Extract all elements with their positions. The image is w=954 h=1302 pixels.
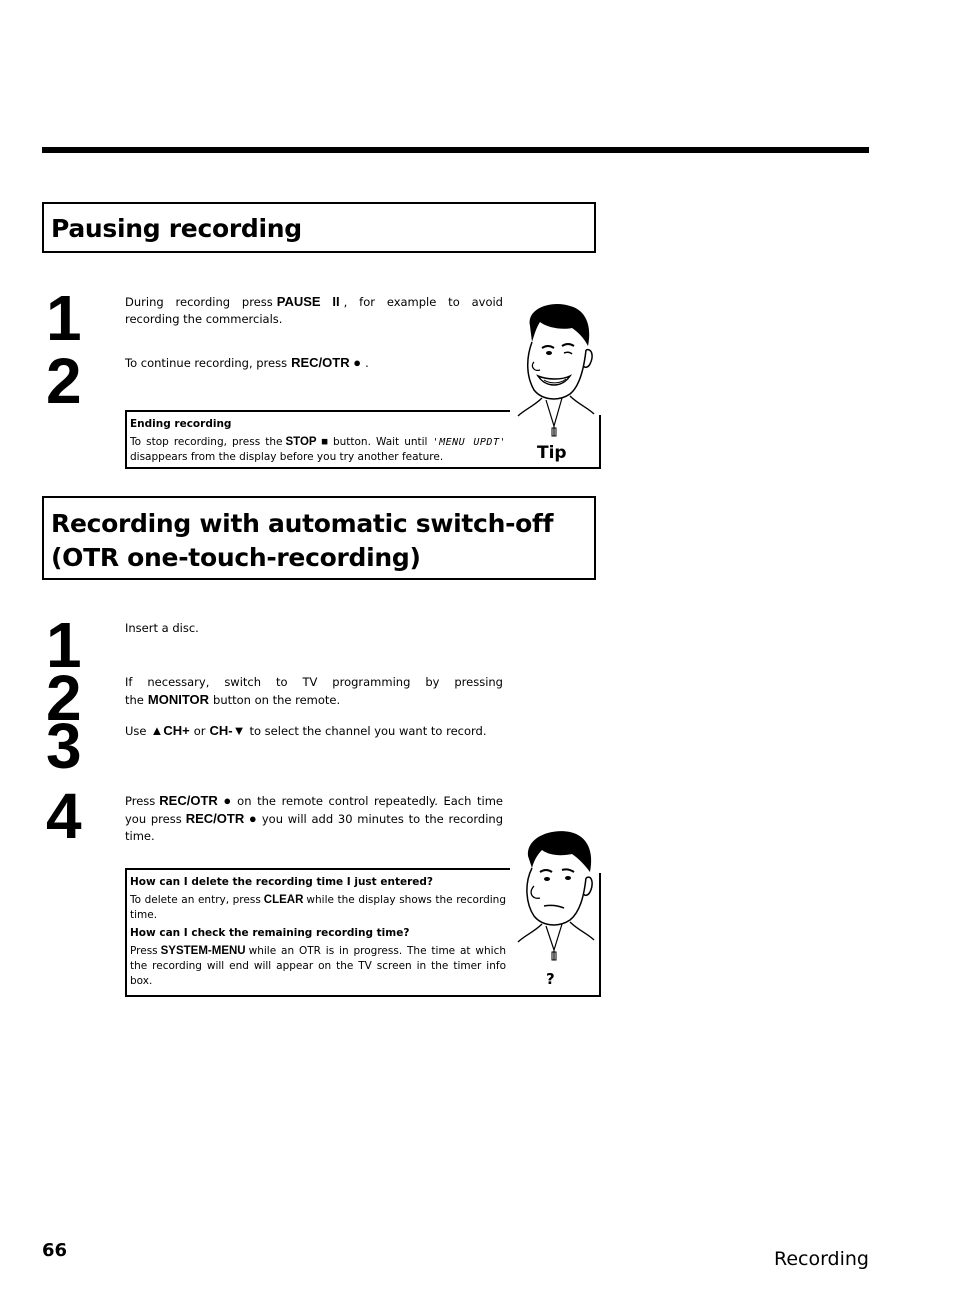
step-text: If necessary, switch to TV programming b… [125,675,503,707]
tip-heading: Ending recording [130,418,232,430]
system-menu-key: SYSTEM-MENU [160,945,246,957]
section-title: Recording with automatic switch-off (OTR… [51,509,554,572]
step-text: Press REC/OTR ● on the remote control repe… [125,793,503,843]
footer-section-name: Recording [773,1248,869,1270]
step-number: 3 [46,710,82,782]
step-number: 1 [46,282,82,354]
page-number: 66 [42,1240,68,1261]
display-text: 'MENU UPDT' [432,437,506,448]
ch-plus-key: ▲CH+ [150,723,190,738]
faq-question: How can I check the remaining recording … [130,927,410,939]
step-text: To continue recording, press REC/OTR ●. [125,355,369,370]
rec-otr-key: REC/OTR ● [159,793,234,808]
step-text: Use ▲CH+ or CH-▼ to select the channel you w… [125,723,487,738]
top-rule [42,147,869,153]
rec-otr-key: REC/OTR ● [291,355,362,370]
step-text: Insert a disc. [125,621,199,635]
puzzled-man-icon [517,831,595,961]
section-title: Pausing recording [51,214,302,243]
ch-minus-key: CH-▼ [209,723,246,738]
clear-key: CLEAR [263,894,304,906]
step-number: 4 [46,780,82,852]
pause-key: PAUSE II [276,294,340,309]
tip-text: To stop recording, press the STOP ■ button… [130,436,506,463]
faq-answer: Press SYSTEM-MENU while an OTR is in progr… [130,945,506,987]
section-title-pausing: Pausing recording [42,202,596,253]
tip-label: Tip [537,443,567,463]
step-text: During recording press PAUSE II, for exam… [125,294,503,326]
smiling-man-icon [517,304,595,437]
faq-question: How can I delete the recording time I ju… [130,876,434,888]
stop-key: STOP ■ [285,436,330,448]
step-number: 2 [46,345,82,417]
monitor-key: MONITOR [147,692,210,707]
faq-answer: To delete an entry, press CLEAR while the … [130,894,506,921]
faq-label: ? [546,970,555,988]
rec-otr-key: REC/OTR ● [185,811,258,826]
section-title-otr: Recording with automatic switch-off (OTR… [42,496,596,580]
